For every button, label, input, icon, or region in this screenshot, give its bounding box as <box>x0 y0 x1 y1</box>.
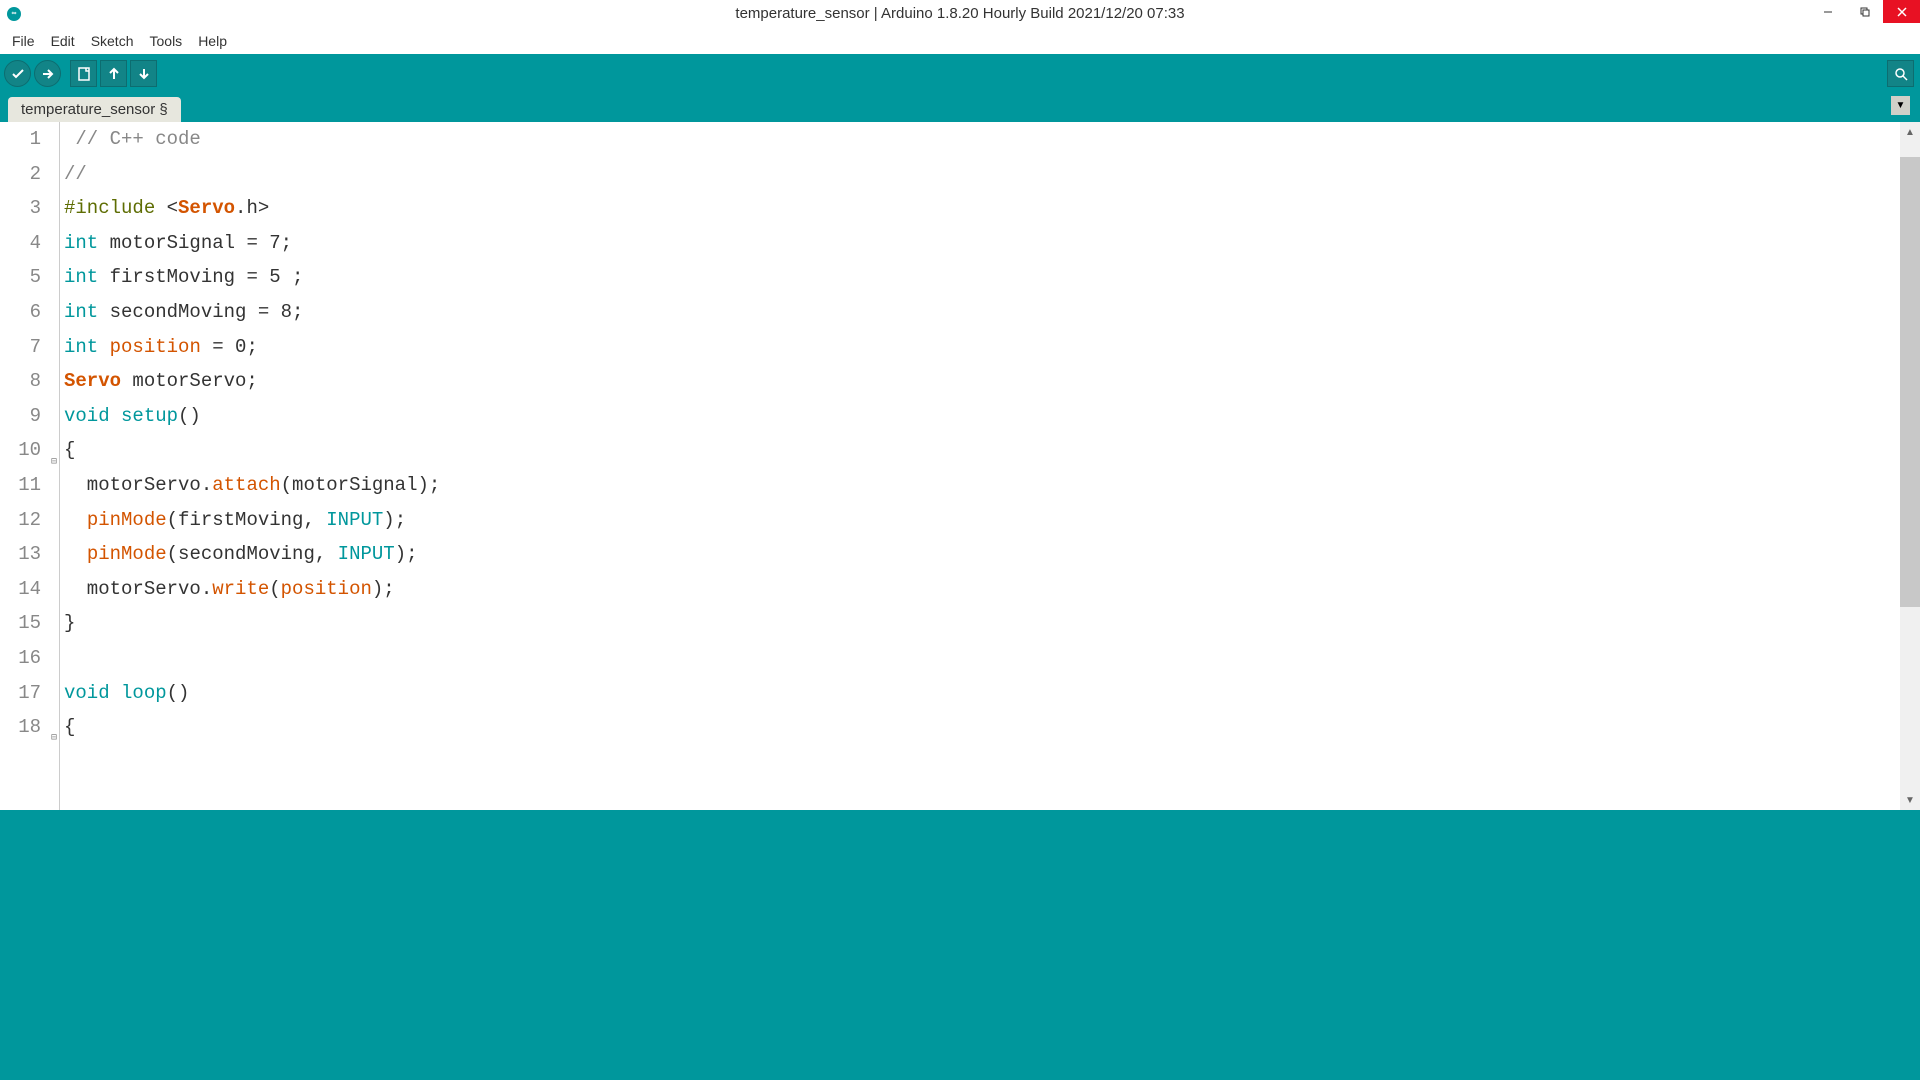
scroll-down-icon[interactable]: ▼ <box>1900 790 1920 810</box>
line-number: 6 <box>0 295 59 330</box>
line-number: 15 <box>0 606 59 641</box>
code-line[interactable] <box>64 641 1900 676</box>
tab-dropdown[interactable]: ▼ <box>1891 96 1910 115</box>
menu-sketch[interactable]: Sketch <box>83 27 142 54</box>
menu-bar: File Edit Sketch Tools Help <box>0 27 1920 54</box>
code-line[interactable]: // C++ code <box>64 122 1900 157</box>
close-button[interactable] <box>1883 0 1920 23</box>
window-controls <box>1809 0 1920 23</box>
menu-help[interactable]: Help <box>190 27 235 54</box>
line-number: 9 <box>0 399 59 434</box>
tab-temperature-sensor[interactable]: temperature_sensor § <box>8 97 181 122</box>
line-number: 1 <box>0 122 59 157</box>
line-number: 8 <box>0 364 59 399</box>
code-line[interactable]: pinMode(secondMoving, INPUT); <box>64 537 1900 572</box>
open-button[interactable] <box>100 60 127 87</box>
line-number: 7 <box>0 330 59 365</box>
code-line[interactable]: int motorSignal = 7; <box>64 226 1900 261</box>
scroll-up-icon[interactable]: ▲ <box>1900 122 1920 142</box>
code-line[interactable]: void setup() <box>64 399 1900 434</box>
line-number: 11 <box>0 468 59 503</box>
scroll-thumb[interactable] <box>1900 157 1920 607</box>
code-line[interactable]: void loop() <box>64 676 1900 711</box>
title-bar: ∞ temperature_sensor | Arduino 1.8.20 Ho… <box>0 0 1920 27</box>
save-button[interactable] <box>130 60 157 87</box>
editor-wrap: 12345678910⊟1112131415161718⊟ // C++ cod… <box>0 122 1920 810</box>
code-line[interactable]: int secondMoving = 8; <box>64 295 1900 330</box>
line-number: 18⊟ <box>0 710 59 745</box>
line-number: 2 <box>0 157 59 192</box>
menu-file[interactable]: File <box>4 27 43 54</box>
line-gutter: 12345678910⊟1112131415161718⊟ <box>0 122 60 810</box>
line-number: 10⊟ <box>0 433 59 468</box>
code-line[interactable]: pinMode(firstMoving, INPUT); <box>64 503 1900 538</box>
upload-button[interactable] <box>34 60 61 87</box>
code-area[interactable]: // C++ code//#include <Servo.h>int motor… <box>60 122 1900 810</box>
code-line[interactable]: int firstMoving = 5 ; <box>64 260 1900 295</box>
line-number: 17 <box>0 676 59 711</box>
arduino-icon: ∞ <box>7 7 21 21</box>
line-number: 12 <box>0 503 59 538</box>
vertical-scrollbar[interactable]: ▲ ▼ <box>1900 122 1920 810</box>
line-number: 14 <box>0 572 59 607</box>
code-line[interactable]: { <box>64 433 1900 468</box>
code-line[interactable]: motorServo.write(position); <box>64 572 1900 607</box>
code-line[interactable]: Servo motorServo; <box>64 364 1900 399</box>
menu-tools[interactable]: Tools <box>142 27 191 54</box>
line-number: 5 <box>0 260 59 295</box>
code-line[interactable]: // <box>64 157 1900 192</box>
fold-icon[interactable]: ⊟ <box>47 446 57 456</box>
maximize-button[interactable] <box>1846 0 1883 23</box>
code-line[interactable]: #include <Servo.h> <box>64 191 1900 226</box>
menu-edit[interactable]: Edit <box>43 27 83 54</box>
code-line[interactable]: { <box>64 710 1900 745</box>
tab-bar: temperature_sensor § ▼ <box>0 93 1920 122</box>
verify-button[interactable] <box>4 60 31 87</box>
code-line[interactable]: int position = 0; <box>64 330 1900 365</box>
minimize-button[interactable] <box>1809 0 1846 23</box>
toolbar <box>0 54 1920 93</box>
code-line[interactable]: motorServo.attach(motorSignal); <box>64 468 1900 503</box>
code-line[interactable]: } <box>64 606 1900 641</box>
serial-monitor-button[interactable] <box>1887 60 1914 87</box>
code-editor[interactable]: 12345678910⊟1112131415161718⊟ // C++ cod… <box>0 122 1900 810</box>
line-number: 3 <box>0 191 59 226</box>
new-button[interactable] <box>70 60 97 87</box>
window-title: temperature_sensor | Arduino 1.8.20 Hour… <box>735 5 1184 22</box>
line-number: 13 <box>0 537 59 572</box>
fold-icon[interactable]: ⊟ <box>47 722 57 732</box>
console-panel <box>0 810 1920 1080</box>
line-number: 4 <box>0 226 59 261</box>
line-number: 16 <box>0 641 59 676</box>
